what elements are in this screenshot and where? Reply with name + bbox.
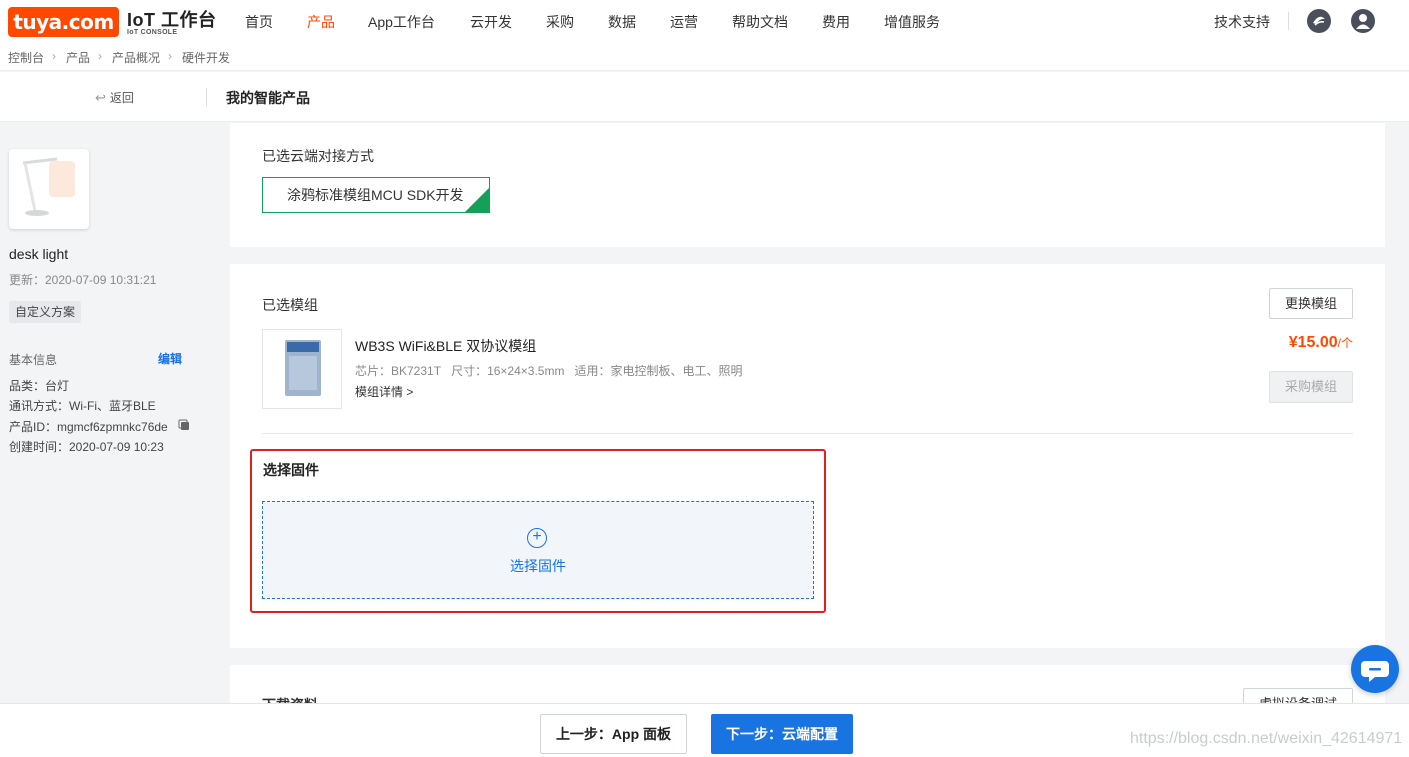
price-unit: /个 — [1337, 336, 1353, 350]
footer-action-bar: 上一步：App 面板 下一步：云端配置 https://blog.csdn.ne… — [0, 703, 1409, 757]
chat-bubble-icon — [1361, 661, 1389, 682]
nav-operations[interactable]: 运营 — [670, 12, 698, 32]
cloud-method-text: 涂鸦标准模组MCU SDK开发 — [287, 187, 464, 203]
console-subtitle: IoT CONSOLE — [127, 29, 178, 36]
chat-support-button[interactable] — [1351, 645, 1399, 693]
add-circle-icon: + — [527, 528, 547, 548]
buy-module-button[interactable]: 采购模组 — [1269, 371, 1353, 403]
back-arrow-icon: ↩ — [95, 90, 106, 105]
info-created-time: 创建时间：2020-07-09 10:23 — [9, 440, 164, 454]
module-size: 尺寸：16×24×3.5mm — [451, 364, 565, 378]
next-step-button[interactable]: 下一步：云端配置 — [711, 714, 853, 754]
page-title: 我的智能产品 — [226, 90, 310, 106]
nav-data[interactable]: 数据 — [608, 12, 636, 32]
page-header: ↩ 返回 我的智能产品 — [0, 72, 1409, 122]
module-name: WB3S WiFi&BLE 双协议模组 — [355, 338, 537, 354]
nav-cloud-dev[interactable]: 云开发 — [470, 12, 512, 32]
section-divider — [262, 433, 1353, 434]
module-image — [262, 329, 342, 409]
module-chip: 芯片：BK7231T — [355, 364, 442, 378]
tuya-logo[interactable]: tuya.com — [8, 7, 119, 37]
firmware-section-label: 选择固件 — [263, 462, 319, 478]
info-protocol: 通讯方式：Wi-Fi、蓝牙BLE — [9, 399, 156, 413]
solution-tag: 自定义方案 — [9, 301, 82, 323]
breadcrumb-products[interactable]: 产品 — [66, 49, 90, 66]
nav-home[interactable]: 首页 — [245, 12, 273, 32]
top-navigation: tuya.com IoT 工作台 IoT CONSOLE 首页 产品 App工作… — [0, 0, 1409, 42]
edit-basic-info-link[interactable]: 编辑 — [158, 350, 182, 367]
change-module-button[interactable]: 更换模组 — [1269, 288, 1353, 319]
basic-info-title: 基本信息 — [9, 353, 58, 367]
previous-step-button[interactable]: 上一步：App 面板 — [540, 714, 687, 754]
price-value: ¥15.00 — [1288, 334, 1338, 351]
user-avatar-icon[interactable] — [1351, 9, 1375, 33]
breadcrumb-console[interactable]: 控制台 — [8, 49, 44, 66]
module-detail-link[interactable]: 模组详情 > — [355, 383, 413, 400]
breadcrumb: 控制台 › 产品 › 产品概况 › 硬件开发 — [0, 42, 1409, 71]
module-section-label: 已选模组 — [262, 297, 318, 313]
select-firmware-text: 选择固件 — [510, 558, 566, 574]
chevron-right-icon: › — [52, 49, 56, 63]
watermark: https://blog.csdn.net/weixin_42614971 — [1130, 730, 1403, 747]
nav-app-workbench[interactable]: App工作台 — [368, 12, 435, 32]
breadcrumb-hardware: 硬件开发 — [182, 51, 231, 65]
product-updated-time: 更新：2020-07-09 10:31:21 — [9, 273, 157, 287]
cloud-method-label: 已选云端对接方式 — [262, 148, 374, 164]
module-card: 已选模组 更换模组 WB3S WiFi&BLE 双协议模组 芯片：BK7231T… — [230, 264, 1385, 648]
back-button[interactable]: ↩ 返回 — [95, 89, 134, 106]
header-divider — [206, 88, 207, 106]
cloud-method-option[interactable]: 涂鸦标准模组MCU SDK开发 ✓ — [262, 177, 490, 213]
nav-help-docs[interactable]: 帮助文档 — [732, 12, 788, 32]
module-price: ¥15.00/个 — [1289, 334, 1353, 352]
module-specs: 芯片：BK7231T 尺寸：16×24×3.5mm 适用：家电控制板、电工、照明 — [355, 362, 742, 379]
nav-products[interactable]: 产品 — [307, 12, 335, 32]
nav-purchase[interactable]: 采购 — [546, 12, 574, 32]
select-firmware-area[interactable]: + 选择固件 — [262, 501, 814, 599]
tech-support-link[interactable]: 技术支持 — [1214, 12, 1270, 32]
nav-billing[interactable]: 费用 — [822, 12, 850, 32]
breadcrumb-overview[interactable]: 产品概况 — [112, 49, 160, 66]
cloud-app-icon[interactable] — [1307, 9, 1331, 33]
back-label: 返回 — [109, 91, 134, 105]
product-thumbnail — [9, 149, 89, 229]
nav-divider — [1288, 12, 1289, 30]
module-usage: 适用：家电控制板、电工、照明 — [574, 364, 743, 378]
nav-value-added[interactable]: 增值服务 — [884, 12, 940, 32]
product-sidebar: desk light 更新：2020-07-09 10:31:21 自定义方案 … — [0, 123, 206, 703]
copy-icon[interactable] — [178, 419, 190, 431]
firmware-highlight-box: 选择固件 + 选择固件 — [250, 449, 826, 613]
info-category: 品类：台灯 — [9, 379, 70, 393]
check-icon: ✓ — [478, 188, 487, 199]
chevron-right-icon: › — [98, 49, 102, 63]
chevron-right-icon: › — [168, 49, 172, 63]
product-name: desk light — [9, 246, 69, 262]
info-product-id: 产品ID：mgmcf6zpmnkc76de — [9, 420, 168, 434]
cloud-method-card: 已选云端对接方式 涂鸦标准模组MCU SDK开发 ✓ — [230, 123, 1385, 247]
